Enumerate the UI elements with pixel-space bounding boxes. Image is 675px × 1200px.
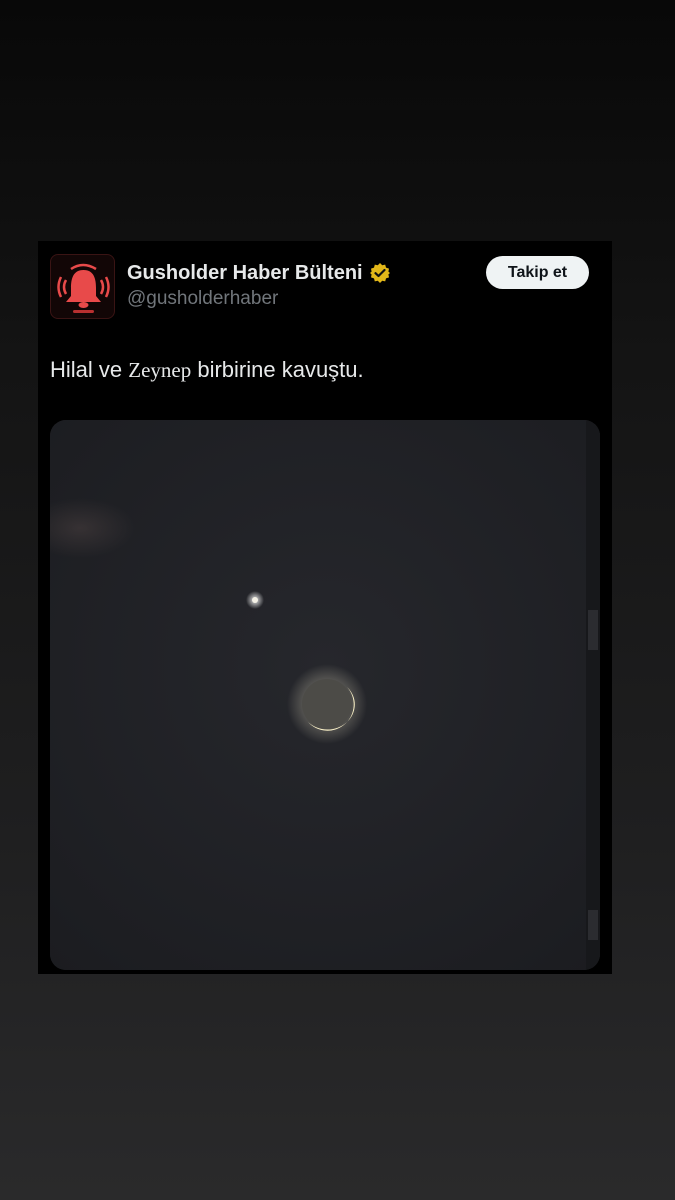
avatar[interactable] (50, 254, 115, 319)
follow-button[interactable]: Takip et (486, 256, 589, 289)
display-name-row[interactable]: Gusholder Haber Bülteni (127, 260, 391, 286)
post-text: Hilal ve Zeynep birbirine kavuştu. (50, 357, 364, 383)
post-card[interactable]: Gusholder Haber Bülteni @gusholderhaber … (38, 241, 612, 974)
verified-badge-icon (369, 262, 391, 284)
display-name[interactable]: Gusholder Haber Bülteni (127, 262, 363, 285)
post-media[interactable] (50, 420, 600, 970)
post-text-before: Hilal ve (50, 357, 129, 382)
alarm-bell-icon (57, 263, 110, 313)
user-handle[interactable]: @gusholderhaber (127, 288, 278, 310)
post-text-after: birbirine kavuştu. (191, 357, 364, 382)
post-text-highlight: Zeynep (128, 358, 192, 382)
crescent-moon-and-planet-icon (50, 420, 600, 970)
